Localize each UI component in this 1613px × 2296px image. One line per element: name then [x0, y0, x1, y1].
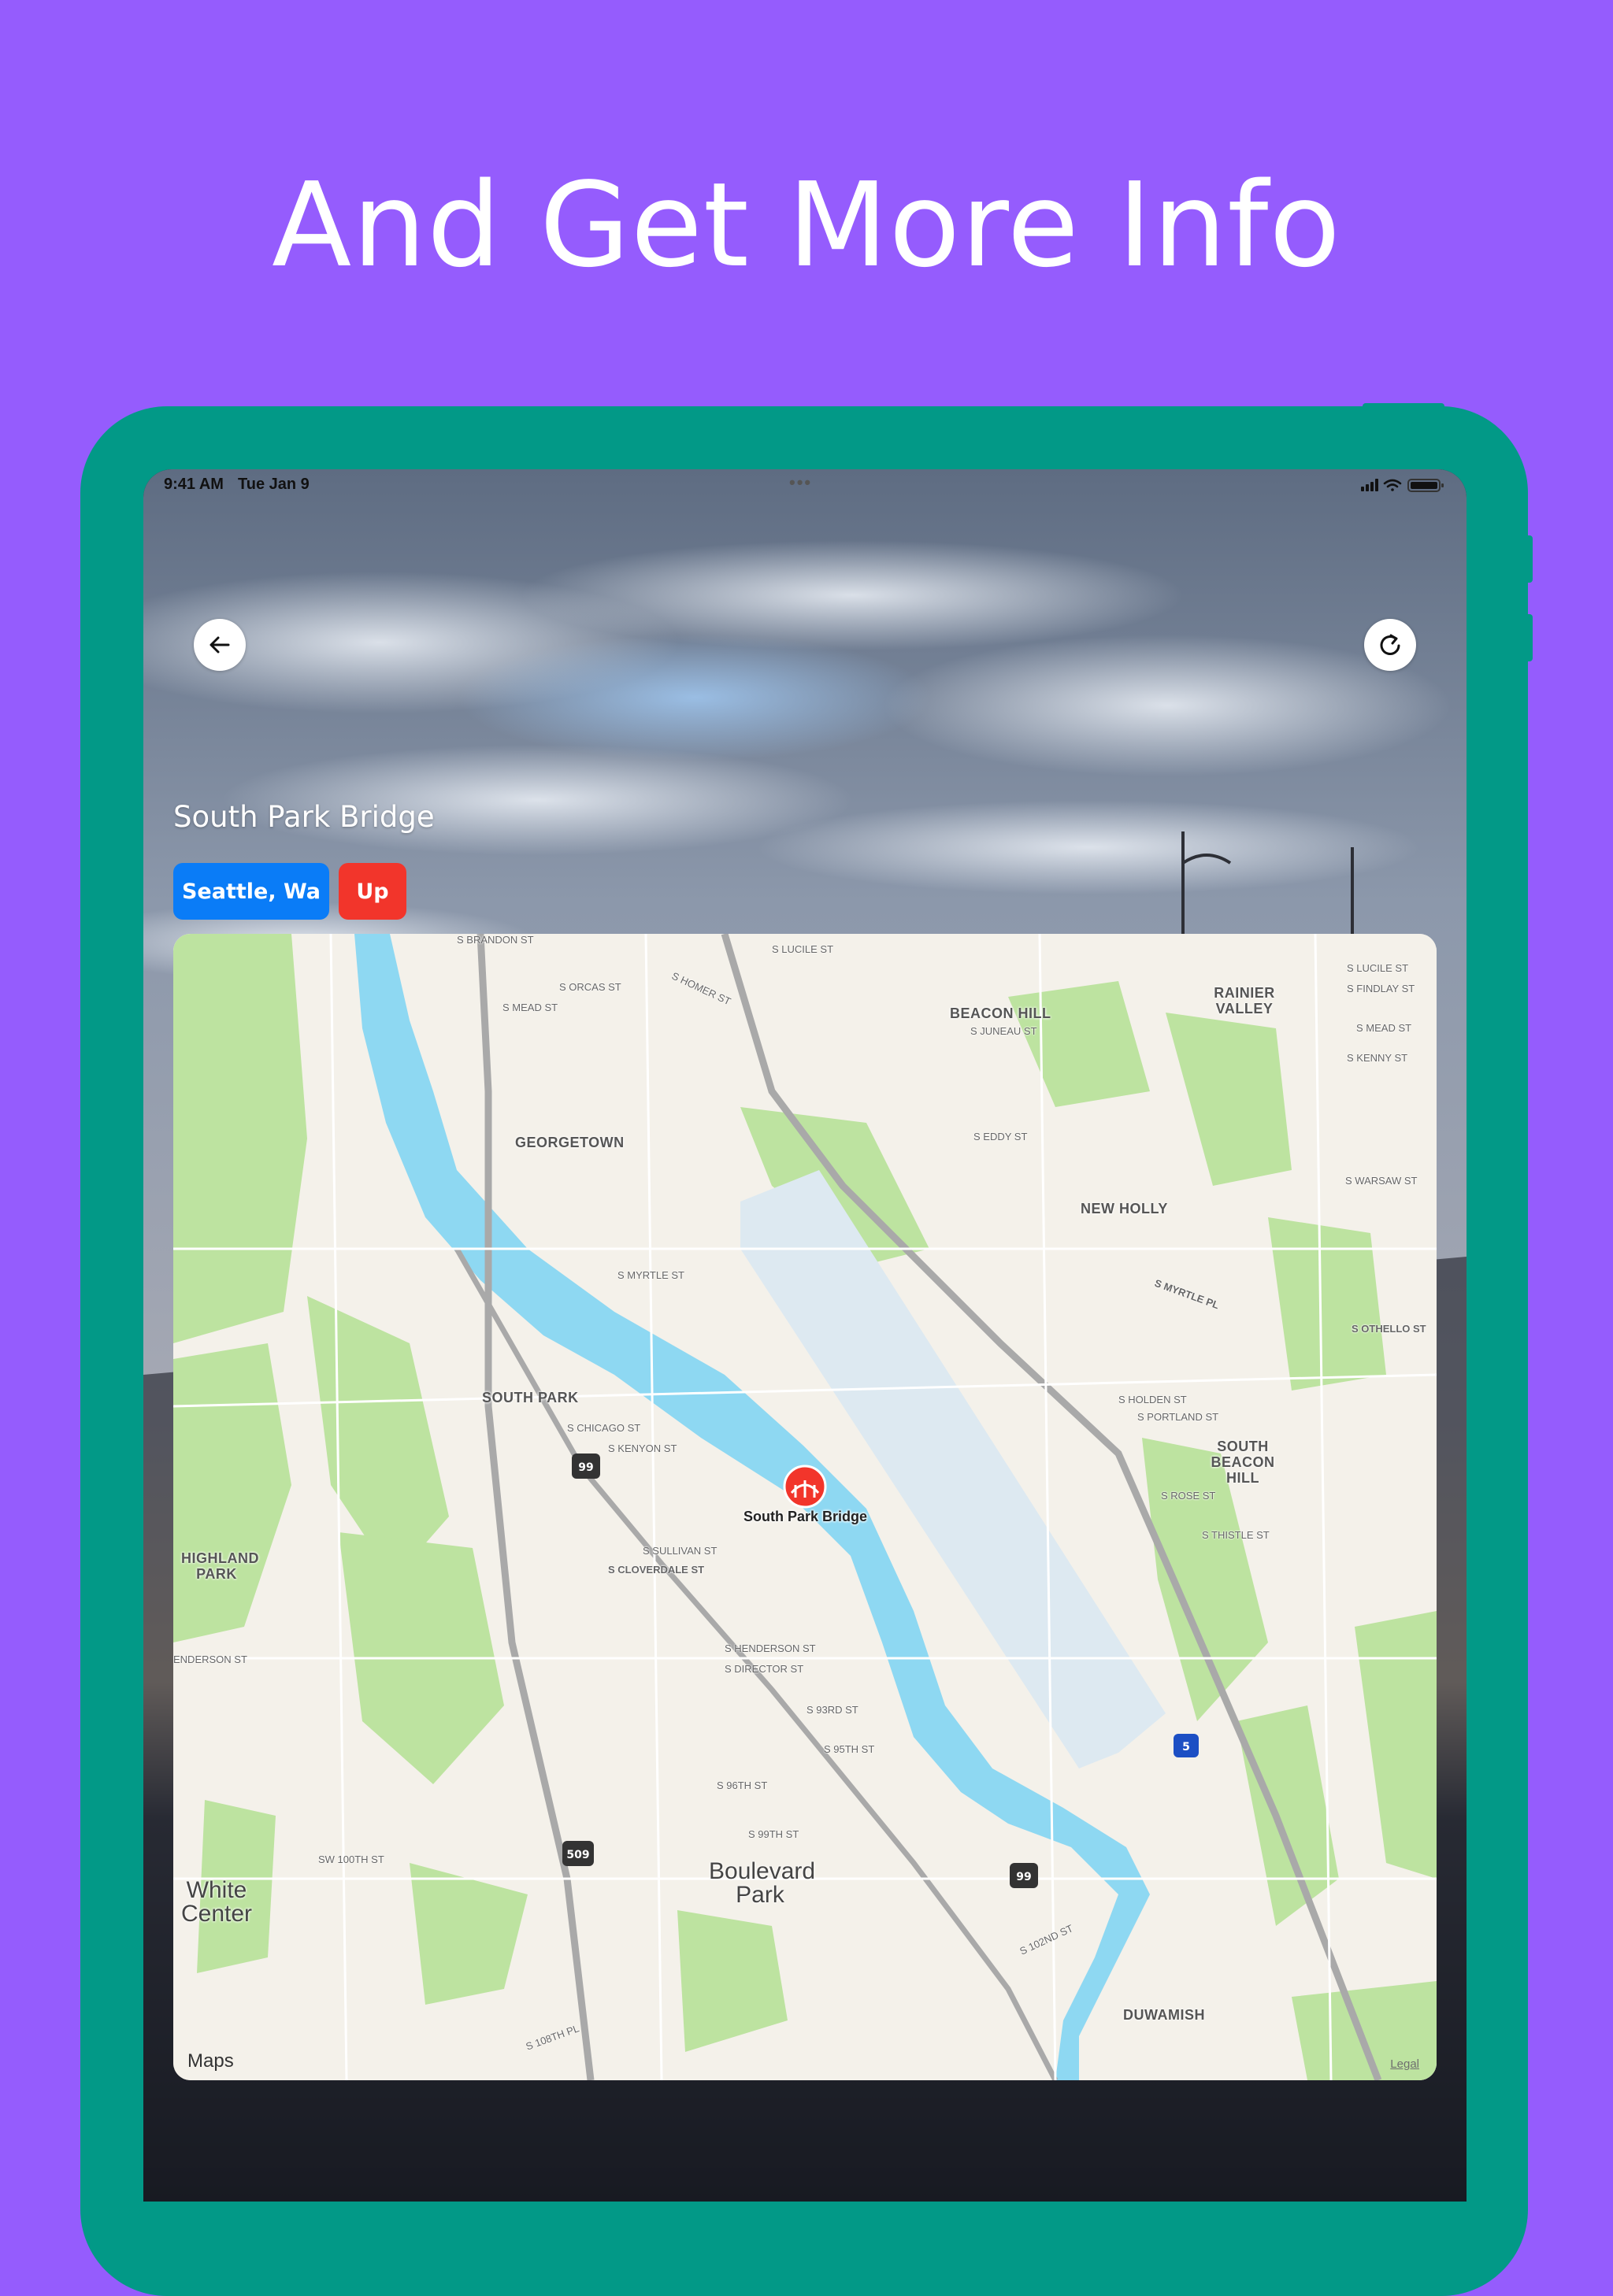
street-label: S DIRECTOR ST — [725, 1663, 804, 1675]
street-label: S EDDY ST — [973, 1131, 1028, 1142]
status-icons — [1361, 477, 1446, 498]
street-label: S 95TH ST — [824, 1743, 875, 1755]
tablet-volume-down-button — [1525, 614, 1533, 661]
bridge-status-chip[interactable]: Up — [339, 863, 406, 920]
street-label: S MEAD ST — [1356, 1022, 1412, 1034]
headline: And Get More Info — [272, 157, 1341, 293]
multitasking-dots-icon[interactable]: ••• — [789, 472, 812, 493]
status-time: 9:41 AM — [164, 476, 224, 493]
tablet-volume-up-button — [1525, 535, 1533, 583]
arrow-left-icon — [210, 636, 230, 654]
area-label: SOUTH PARK — [482, 1390, 579, 1405]
street-label: S ORCAS ST — [559, 981, 621, 993]
street-label: S 96TH ST — [717, 1779, 768, 1791]
street-label: S ROSE ST — [1161, 1490, 1216, 1502]
wifi-icon — [1383, 479, 1402, 491]
street-label: S SULLIVAN ST — [643, 1545, 718, 1557]
place-label: White Center — [180, 1877, 253, 1927]
street-label: S OTHELLO ST — [1352, 1323, 1426, 1335]
street-label: S BRANDON ST — [457, 934, 534, 946]
area-label: HIGHLAND PARK — [181, 1550, 259, 1582]
street-label: S LUCILE ST — [772, 943, 834, 955]
back-button[interactable] — [194, 619, 246, 671]
street-label: ENDERSON ST — [173, 1653, 247, 1665]
street-label: S PORTLAND ST — [1137, 1411, 1219, 1423]
street-label: S WARSAW ST — [1345, 1175, 1418, 1187]
street-label: S THISTLE ST — [1202, 1529, 1270, 1541]
street-label: S CLOVERDALE ST — [608, 1564, 705, 1576]
street-label: S HOLDEN ST — [1118, 1394, 1187, 1405]
tablet-screen: 9:41 AM Tue Jan 9 ••• South Park Bridge … — [143, 469, 1467, 2202]
street-label: S FINDLAY ST — [1347, 983, 1415, 994]
bridge-map-pin[interactable] — [783, 1465, 827, 1509]
area-label: NEW HOLLY — [1081, 1201, 1168, 1217]
area-label: GEORGETOWN — [515, 1135, 625, 1150]
area-label: SOUTH BEACON HILL — [1211, 1439, 1275, 1486]
pin-label: South Park Bridge — [743, 1509, 868, 1524]
city-chip[interactable]: Seattle, Wa — [173, 863, 329, 920]
svg-text:5: 5 — [1182, 1741, 1190, 1753]
svg-text:99: 99 — [578, 1461, 593, 1474]
tablet-top-button — [1363, 403, 1444, 411]
map-canvas[interactable]: 99 99 509 5 — [173, 934, 1437, 2080]
svg-text:509: 509 — [566, 1849, 589, 1861]
street-label: S 93RD ST — [806, 1704, 858, 1716]
street-label: S MEAD ST — [502, 1002, 558, 1013]
street-label: S KENNY ST — [1347, 1052, 1408, 1064]
area-label: BEACON HILL — [950, 1005, 1051, 1021]
street-label: S HENDERSON ST — [725, 1642, 816, 1654]
street-label: SW 100TH ST — [318, 1853, 384, 1865]
refresh-button[interactable] — [1364, 619, 1416, 671]
street-label: S CHICAGO ST — [567, 1422, 641, 1434]
battery-icon — [1407, 479, 1444, 492]
cellular-signal-icon — [1361, 479, 1378, 491]
street-label: S JUNEAU ST — [970, 1025, 1037, 1037]
svg-text:99: 99 — [1016, 1871, 1031, 1883]
street-label: S LUCILE ST — [1347, 962, 1409, 974]
area-label: DUWAMISH — [1123, 2007, 1205, 2023]
street-label: S KENYON ST — [608, 1442, 677, 1454]
map-view[interactable]: 99 99 509 5 South Park Bridge GEORGETOWN… — [173, 934, 1437, 2080]
status-date: Tue Jan 9 — [238, 476, 310, 493]
legal-link[interactable]: Legal — [1390, 2057, 1419, 2071]
place-title: South Park Bridge — [173, 800, 435, 834]
apple-maps-logo: Maps — [187, 2050, 234, 2072]
area-label: RAINIER VALLEY — [1214, 985, 1275, 1017]
refresh-icon — [1380, 634, 1400, 655]
status-bar: 9:41 AM Tue Jan 9 ••• — [143, 469, 1467, 501]
place-label: Boulevard Park — [709, 1858, 816, 1908]
street-label: S 99TH ST — [748, 1828, 799, 1840]
street-label: S MYRTLE ST — [617, 1269, 685, 1281]
